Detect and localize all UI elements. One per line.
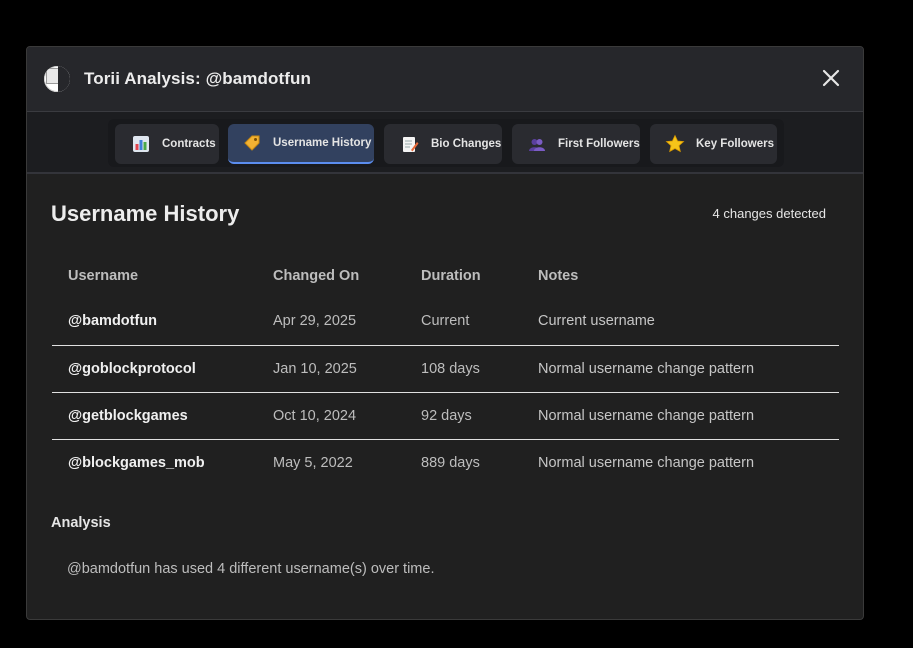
username-cell: @blockgames_mob [68, 454, 205, 471]
users-icon [527, 134, 547, 154]
tab-label: Username History [273, 137, 372, 149]
column-header-changed-on: Changed On [273, 268, 360, 284]
changed-on-cell: Jan 10, 2025 [257, 345, 405, 393]
modal-header: Torii Analysis: @bamdotfun [27, 47, 863, 112]
bar-chart-icon [131, 134, 151, 154]
star-icon [665, 134, 685, 154]
tab-key-followers[interactable]: Key Followers [650, 124, 777, 164]
analysis-heading: Analysis [51, 515, 111, 531]
tab-label: Contracts [162, 138, 216, 150]
table-row: @bamdotfun Apr 29, 2025 Current Current … [52, 298, 839, 346]
tab-label: First Followers [558, 138, 640, 150]
notes-cell: Current username [522, 298, 839, 346]
username-cell: @bamdotfun [52, 298, 257, 346]
table-row: @blockgames_mob May 5, 2022 889 days Nor… [52, 439, 839, 486]
username-history-table: Username Changed On Duration Notes @bamd… [52, 254, 839, 486]
tag-icon [242, 133, 262, 153]
analysis-modal: Torii Analysis: @bamdotfun Contracts Use… [26, 46, 864, 620]
username-cell: @goblockprotocol [52, 345, 257, 393]
tab-bar: Contracts Username History Bio Changes F… [27, 112, 863, 174]
notes-cell: Normal username change pattern [538, 454, 755, 471]
changed-on-cell: May 5, 2022 [273, 454, 353, 471]
tab-label: Bio Changes [431, 138, 502, 150]
tab-first-followers[interactable]: First Followers [512, 124, 640, 164]
tab-contracts[interactable]: Contracts [115, 124, 219, 164]
column-header-notes: Notes [538, 268, 579, 284]
close-icon[interactable] [821, 68, 841, 88]
column-header-username: Username [68, 268, 139, 284]
table-row: @getblockgames Oct 10, 2024 92 days Norm… [52, 392, 839, 440]
column-header-duration: Duration [421, 268, 481, 284]
duration-cell: 92 days [405, 392, 522, 440]
changed-on-cell: Apr 29, 2025 [257, 298, 405, 346]
section-title: Username History [51, 201, 240, 226]
tab-label: Key Followers [696, 138, 774, 150]
username-cell: @getblockgames [52, 392, 257, 440]
changes-count: 4 changes detected [712, 206, 826, 221]
modal-title: Torii Analysis: @bamdotfun [84, 69, 311, 88]
duration-cell: 889 days [421, 454, 480, 471]
avatar-mask [58, 66, 70, 92]
changed-on-cell: Oct 10, 2024 [257, 392, 405, 440]
notes-cell: Normal username change pattern [522, 392, 839, 440]
table-header-row: Username Changed On Duration Notes [52, 254, 839, 298]
analysis-text: @bamdotfun has used 4 different username… [67, 561, 435, 577]
tab-username-history[interactable]: Username History [228, 124, 374, 164]
tab-bio-changes[interactable]: Bio Changes [384, 124, 502, 164]
avatar [42, 64, 72, 94]
notes-cell: Normal username change pattern [522, 345, 839, 393]
table-row: @goblockprotocol Jan 10, 2025 108 days N… [52, 345, 839, 393]
memo-icon [400, 134, 420, 154]
tab-group: Contracts Username History Bio Changes F… [108, 119, 784, 167]
duration-cell: Current [405, 298, 522, 346]
duration-cell: 108 days [405, 345, 522, 393]
